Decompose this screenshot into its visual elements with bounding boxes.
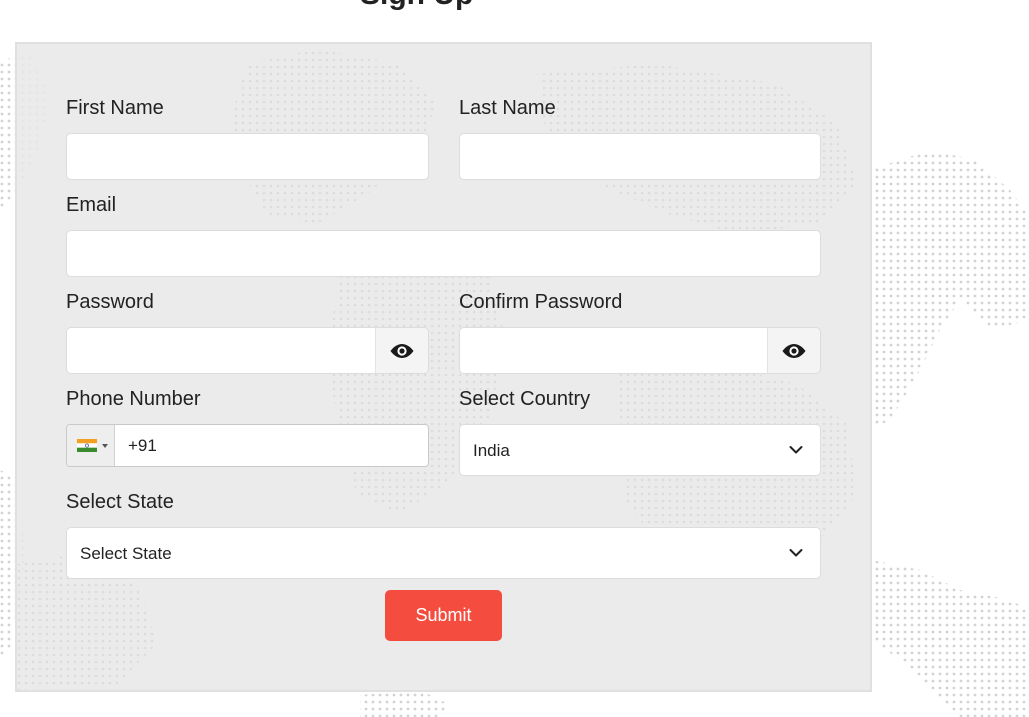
chevron-down-icon xyxy=(789,446,803,454)
chevron-down-icon xyxy=(789,549,803,557)
eye-icon xyxy=(390,343,414,358)
eye-icon xyxy=(782,343,806,358)
india-flag-icon xyxy=(77,439,97,452)
country-code-dropdown[interactable] xyxy=(67,425,115,466)
state-select[interactable]: Select State xyxy=(66,527,821,579)
confirm-password-input[interactable] xyxy=(459,327,769,374)
email-label: Email xyxy=(66,194,117,216)
password-input[interactable] xyxy=(66,327,376,374)
form-fields: First Name Last Name Email Password Conf… xyxy=(0,0,1029,717)
country-select[interactable]: India xyxy=(459,424,821,476)
first-name-label: First Name xyxy=(66,97,164,119)
password-label: Password xyxy=(66,291,154,313)
last-name-label: Last Name xyxy=(459,97,556,119)
first-name-input[interactable] xyxy=(66,133,429,180)
phone-number-label: Phone Number xyxy=(66,388,201,410)
caret-down-icon xyxy=(102,444,108,448)
last-name-input[interactable] xyxy=(459,133,821,180)
submit-button[interactable]: Submit xyxy=(385,590,502,641)
select-state-label: Select State xyxy=(66,491,174,513)
phone-number-field[interactable]: +91 xyxy=(66,424,429,467)
country-selected-value: India xyxy=(473,441,510,460)
select-country-label: Select Country xyxy=(459,388,591,410)
confirm-password-label: Confirm Password xyxy=(459,291,623,313)
confirm-password-toggle-button[interactable] xyxy=(767,327,821,374)
email-input[interactable] xyxy=(66,230,821,277)
password-toggle-button[interactable] xyxy=(375,327,429,374)
dial-code: +91 xyxy=(128,436,157,455)
state-selected-value: Select State xyxy=(80,544,172,563)
